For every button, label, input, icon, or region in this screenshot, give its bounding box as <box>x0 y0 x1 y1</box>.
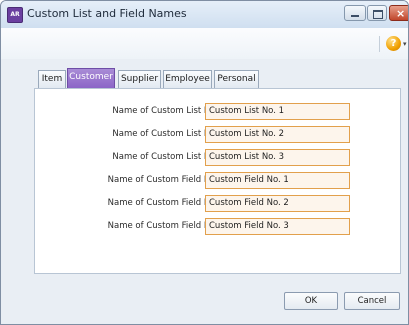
help-dropdown-arrow-icon[interactable]: ▾ <box>403 40 407 48</box>
tab-supplier[interactable]: Supplier <box>118 70 161 88</box>
form-row: Name of Custom List No. 3: Custom List N… <box>35 149 402 167</box>
form-row: Name of Custom List No. 2: Custom List N… <box>35 126 402 144</box>
tab-item[interactable]: Item <box>38 70 66 88</box>
help-icon[interactable]: ? <box>386 36 401 51</box>
form-row: Name of Custom Field No. 2: Custom Field… <box>35 195 402 213</box>
custom-field-3-input[interactable]: Custom Field No. 3 <box>205 218 350 235</box>
app-icon: AR <box>7 7 23 23</box>
minimize-icon <box>351 15 359 17</box>
custom-list-2-input[interactable]: Custom List No. 2 <box>205 126 350 143</box>
close-button[interactable]: × <box>389 5 408 21</box>
tab-employee[interactable]: Employee <box>163 70 212 88</box>
tab-personal[interactable]: Personal <box>214 70 259 88</box>
maximize-button[interactable] <box>367 5 387 21</box>
custom-field-2-input[interactable]: Custom Field No. 2 <box>205 195 350 212</box>
toolbar: ? ▾ <box>1 28 408 60</box>
tab-customer[interactable]: Customer <box>67 68 115 89</box>
dialog-content: Item Customer Supplier Employee Personal… <box>1 59 408 324</box>
dialog-window: AR Custom List and Field Names × ? ▾ Ite… <box>0 0 409 325</box>
custom-list-3-input[interactable]: Custom List No. 3 <box>205 149 350 166</box>
title-bar: AR Custom List and Field Names × <box>1 1 408 28</box>
ok-button[interactable]: OK <box>284 292 338 310</box>
form-row: Name of Custom List No. 1: Custom List N… <box>35 103 402 121</box>
toolbar-separator <box>379 36 380 52</box>
custom-list-1-input[interactable]: Custom List No. 1 <box>205 103 350 120</box>
custom-field-1-input[interactable]: Custom Field No. 1 <box>205 172 350 189</box>
maximize-icon <box>373 10 383 19</box>
tab-panel: Name of Custom List No. 1: Custom List N… <box>34 88 401 274</box>
form-row: Name of Custom Field No. 3: Custom Field… <box>35 218 402 236</box>
cancel-button[interactable]: Cancel <box>344 292 400 310</box>
window-title: Custom List and Field Names <box>27 7 187 20</box>
form-row: Name of Custom Field No. 1: Custom Field… <box>35 172 402 190</box>
minimize-button[interactable] <box>344 5 366 21</box>
close-icon: × <box>396 7 406 20</box>
